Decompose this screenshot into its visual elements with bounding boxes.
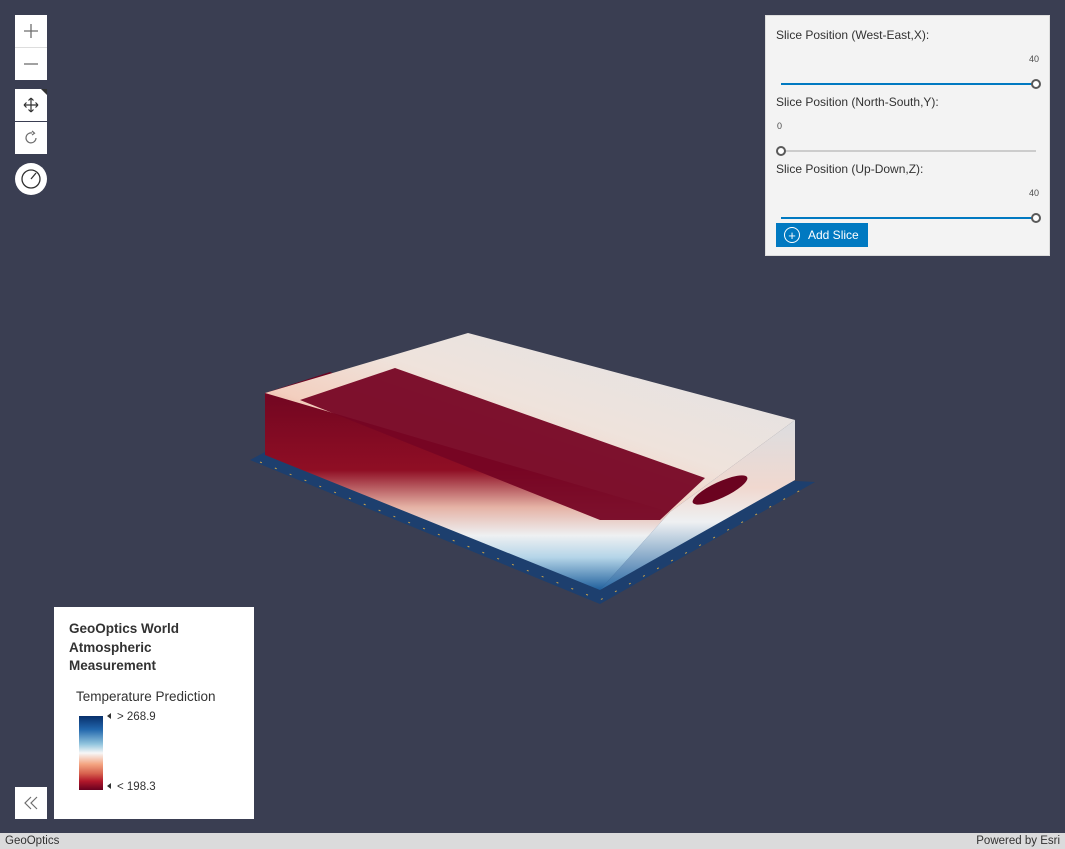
rotate-button[interactable] [15,122,47,154]
slider-thumb[interactable] [1031,79,1041,89]
compass-icon [21,169,41,189]
legend-panel: GeoOptics World Atmospheric Measurement … [54,607,254,819]
slider-track[interactable] [776,146,1036,156]
minus-icon [24,63,38,65]
legend-max-label: > 268.9 [117,711,156,723]
collapse-legend-button[interactable] [15,787,47,819]
legend-field-label: Temperature Prediction [76,688,216,704]
attribution-bar: GeoOptics Powered by Esri [0,833,1065,849]
slider-value: 40 [1029,54,1040,64]
legend-max: > 268.9 [107,711,156,723]
pointer-icon [107,713,111,719]
color-ramp [79,716,103,790]
slider-thumb[interactable] [776,146,786,156]
plus-circle-icon: + [784,227,800,243]
add-slice-button[interactable]: + Add Slice [776,223,868,247]
slider-label: Slice Position (North-South,Y): [776,95,939,109]
plus-icon [24,24,38,38]
slider-thumb[interactable] [1031,213,1041,223]
slider-west-east: Slice Position (West-East,X): 40 [776,28,1041,93]
slider-fill [781,83,1036,85]
scene-view[interactable]: Slice Position (West-East,X): 40 Slice P… [0,0,1065,833]
pan-active-indicator [41,89,47,95]
legend-min-label: < 198.3 [117,781,156,793]
add-slice-label: Add Slice [808,228,859,242]
slider-label: Slice Position (Up-Down,Z): [776,162,924,176]
double-chevron-left-icon [24,796,38,810]
slice-panel: Slice Position (West-East,X): 40 Slice P… [765,15,1050,256]
compass-button[interactable] [15,163,47,195]
move-arrows-icon [23,97,39,113]
slider-track[interactable] [781,213,1041,223]
legend-min: < 198.3 [107,781,156,793]
zoom-out-button[interactable] [15,48,47,80]
pan-button[interactable] [15,89,47,121]
attribution-source[interactable]: GeoOptics [5,835,59,847]
powered-by[interactable]: Powered by Esri [976,835,1060,847]
slider-value: 40 [1029,188,1040,198]
slider-north-south: Slice Position (North-South,Y): 0 [776,95,1039,160]
zoom-in-button[interactable] [15,15,47,47]
slider-up-down: Slice Position (Up-Down,Z): 40 [776,162,1041,227]
legend-title: GeoOptics World Atmospheric Measurement [69,621,180,673]
slider-track[interactable] [781,79,1041,89]
pointer-icon [107,783,111,789]
slider-value: 0 [777,121,783,131]
slider-label: Slice Position (West-East,X): [776,28,930,42]
slider-fill [781,217,1036,219]
rotate-icon [25,130,37,144]
